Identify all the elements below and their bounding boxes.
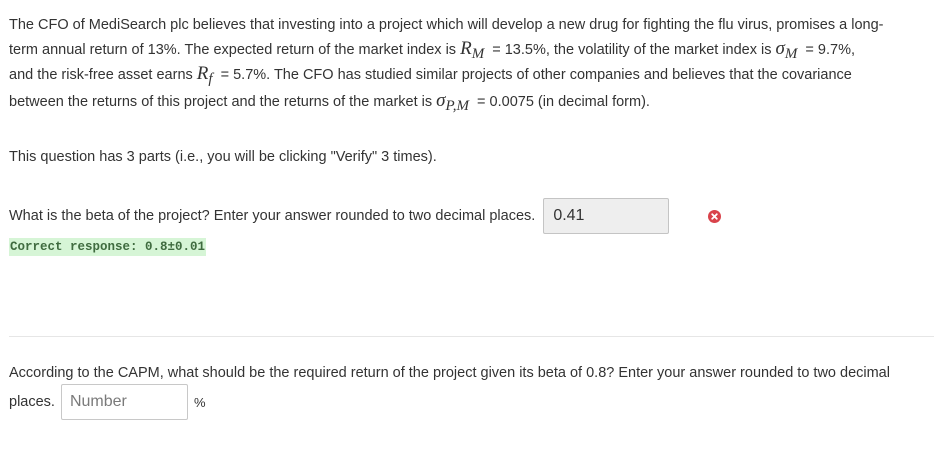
section-divider: [9, 336, 934, 337]
incorrect-icon: [708, 210, 721, 223]
intro-text: = 13.5%, the volatility of the market in…: [488, 42, 776, 58]
sigma-pm-symbol: σ: [436, 90, 446, 111]
intro-line-1: The CFO of MediSearch plc believes that …: [9, 17, 884, 33]
sigma-m-symbol: σ: [775, 38, 785, 59]
rf-symbol: R: [196, 63, 209, 84]
q2-prompt-line-1: According to the CAPM, what should be th…: [9, 365, 890, 381]
percent-unit: %: [193, 394, 206, 410]
intro-text: = 5.7%. The CFO has studied similar proj…: [216, 67, 852, 83]
q1-row: What is the beta of the project? Enter y…: [9, 198, 670, 234]
intro-text: = 0.0075 (in decimal form).: [473, 94, 650, 110]
intro-line-2: term annual return of 13%. The expected …: [9, 37, 929, 62]
q2-number-input[interactable]: [60, 384, 188, 420]
intro-text: term annual return of 13%. The expected …: [9, 42, 461, 58]
rm-subscript: M: [471, 46, 485, 62]
rf-subscript: f: [208, 71, 213, 87]
intro-text: and the risk-free asset earns: [9, 67, 197, 83]
q2-row: places. %: [9, 384, 206, 420]
intro-text: between the returns of this project and …: [9, 94, 437, 110]
parts-note: This question has 3 parts (i.e., you wil…: [9, 149, 437, 165]
q1-prompt: What is the beta of the project? Enter y…: [9, 208, 536, 224]
intro-text: = 9.7%,: [801, 42, 856, 58]
intro-line-4: between the returns of this project and …: [9, 89, 929, 114]
correct-response: Correct response: 0.8±0.01: [9, 238, 207, 256]
sigma-m-subscript: M: [784, 46, 798, 62]
question-intro: The CFO of MediSearch plc believes that …: [9, 13, 929, 114]
q2-prompt-line-2: places.: [9, 394, 55, 410]
intro-line-3: and the risk-free asset earns Rf = 5.7%.…: [9, 62, 929, 87]
sigma-pm-subscript: P,M: [445, 98, 470, 114]
rm-symbol: R: [460, 38, 472, 59]
q1-answer-input[interactable]: 0.41: [543, 198, 670, 234]
